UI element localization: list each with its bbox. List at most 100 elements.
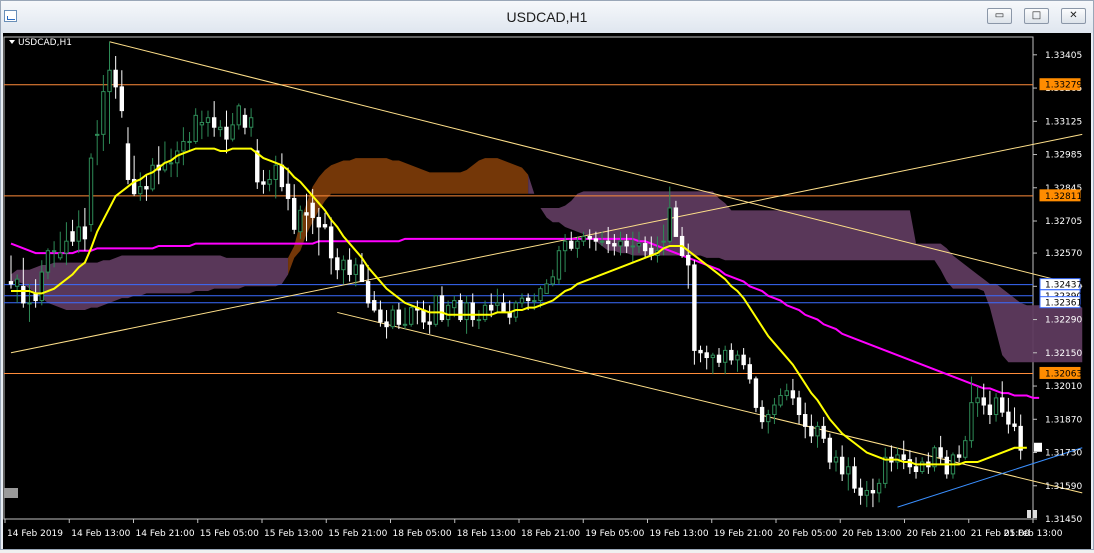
candle-body: [1006, 411, 1011, 425]
candle-body: [605, 240, 611, 245]
candle-body: [821, 425, 826, 439]
current-price-marker: [1034, 442, 1042, 452]
candle-body: [876, 482, 882, 494]
candle-body: [938, 447, 943, 458]
candle-body: [408, 307, 414, 325]
candle-body: [211, 117, 217, 128]
candle-body: [328, 226, 334, 259]
candle-body: [618, 240, 623, 247]
candle-body: [255, 150, 260, 183]
candle-body: [14, 278, 20, 287]
candle-body: [963, 440, 968, 458]
ichimoku-cloud-2: [528, 174, 1083, 363]
candle-body: [556, 250, 562, 280]
candle-body: [784, 390, 789, 397]
candle-body: [8, 281, 14, 285]
candle-body: [532, 300, 537, 303]
scroll-end-marker[interactable]: [1033, 510, 1037, 518]
candle-body: [205, 117, 211, 123]
candle-body: [335, 257, 340, 271]
candle-body: [248, 117, 254, 128]
candle-body: [562, 240, 568, 252]
title-bar[interactable]: USDCAD,H1 ▭ □ ✕: [1, 1, 1093, 33]
candle-body: [39, 271, 44, 302]
candle-body: [218, 126, 223, 131]
price-level-tag-label: 1.33279: [1045, 81, 1082, 91]
candle-body: [538, 288, 543, 302]
candle-body: [901, 454, 906, 461]
x-tick-label: 15 Feb 05:00: [200, 529, 259, 539]
candle-body: [76, 226, 81, 242]
candle-body: [698, 349, 703, 354]
x-tick-label: 20 Feb 05:00: [778, 529, 837, 539]
y-tick-label: 1.32150: [1045, 349, 1082, 359]
candle-body: [870, 490, 876, 494]
candle-body: [482, 304, 488, 321]
y-tick-label: 1.32010: [1045, 382, 1082, 392]
x-tick-label: 19 Feb 13:00: [650, 529, 709, 539]
x-tick-label: 18 Feb 21:00: [521, 529, 580, 539]
symbol-menu-triangle-icon[interactable]: [9, 40, 15, 44]
candle-body: [316, 216, 322, 228]
x-tick-label: 18 Feb 05:00: [393, 529, 452, 539]
candle-body: [501, 302, 506, 313]
y-tick-label: 1.31870: [1045, 415, 1082, 425]
candle-body: [347, 259, 352, 275]
close-button[interactable]: ✕: [1061, 8, 1086, 24]
candle-body: [125, 143, 131, 180]
candle-body: [150, 164, 155, 190]
candle-body: [636, 243, 642, 247]
candle-body: [667, 207, 672, 242]
restore-button[interactable]: □: [1024, 8, 1049, 24]
x-tick-label: 20 Feb 21:00: [907, 529, 966, 539]
candle-body: [944, 456, 950, 475]
candle-body: [790, 390, 796, 399]
x-tick-label: 14 Feb 13:00: [71, 529, 130, 539]
candle-body: [88, 157, 94, 226]
x-tick-label: 15 Feb 13:00: [264, 529, 323, 539]
candle-body: [525, 297, 531, 302]
minimize-button[interactable]: ▭: [987, 8, 1012, 24]
candle-body: [224, 126, 229, 140]
candle-body: [1000, 397, 1005, 413]
candle-body: [815, 425, 820, 437]
candle-body: [476, 319, 482, 322]
candle-body: [33, 292, 38, 302]
candle-body: [452, 300, 457, 309]
candle-body: [716, 354, 722, 363]
candle-body: [729, 349, 734, 361]
candle-body: [766, 414, 771, 423]
candle-body: [82, 226, 88, 240]
candle-body: [913, 466, 919, 473]
candle-body: [402, 323, 408, 326]
chart-area[interactable]: USDCAD,H11.334051.332651.331251.329851.3…: [3, 33, 1091, 549]
candle-body: [292, 197, 297, 230]
candle-body: [858, 487, 863, 496]
candle-body: [51, 250, 57, 253]
candle-body: [599, 240, 605, 243]
chart-shift-handle[interactable]: [4, 488, 18, 498]
scroll-end-marker[interactable]: [1027, 510, 1031, 518]
price-level-tag-label: 1.32811: [1045, 192, 1082, 202]
x-tick-label: 18 Feb 13:00: [457, 529, 516, 539]
candle-body: [427, 321, 432, 325]
price-level-tag-label: 1.32063: [1045, 369, 1082, 379]
price-level-tag-label: 1.32361: [1045, 299, 1082, 309]
candle-body: [686, 254, 691, 266]
y-tick-label: 1.31730: [1045, 449, 1082, 459]
y-tick-label: 1.32985: [1045, 151, 1082, 161]
price-chart[interactable]: USDCAD,H11.334051.332651.331251.329851.3…: [3, 33, 1091, 549]
candle-body: [1012, 423, 1017, 427]
candle-body: [544, 283, 549, 294]
candle-body: [168, 162, 174, 165]
candle-body: [864, 490, 869, 496]
candle-body: [445, 304, 451, 321]
candle-body: [735, 354, 740, 361]
candle-body: [433, 295, 439, 325]
candle-body: [710, 354, 716, 359]
candle-body: [107, 69, 112, 93]
y-tick-label: 1.33405: [1045, 51, 1082, 61]
candle-body: [285, 183, 291, 199]
candle-body: [642, 243, 648, 252]
candle-body: [359, 264, 365, 283]
